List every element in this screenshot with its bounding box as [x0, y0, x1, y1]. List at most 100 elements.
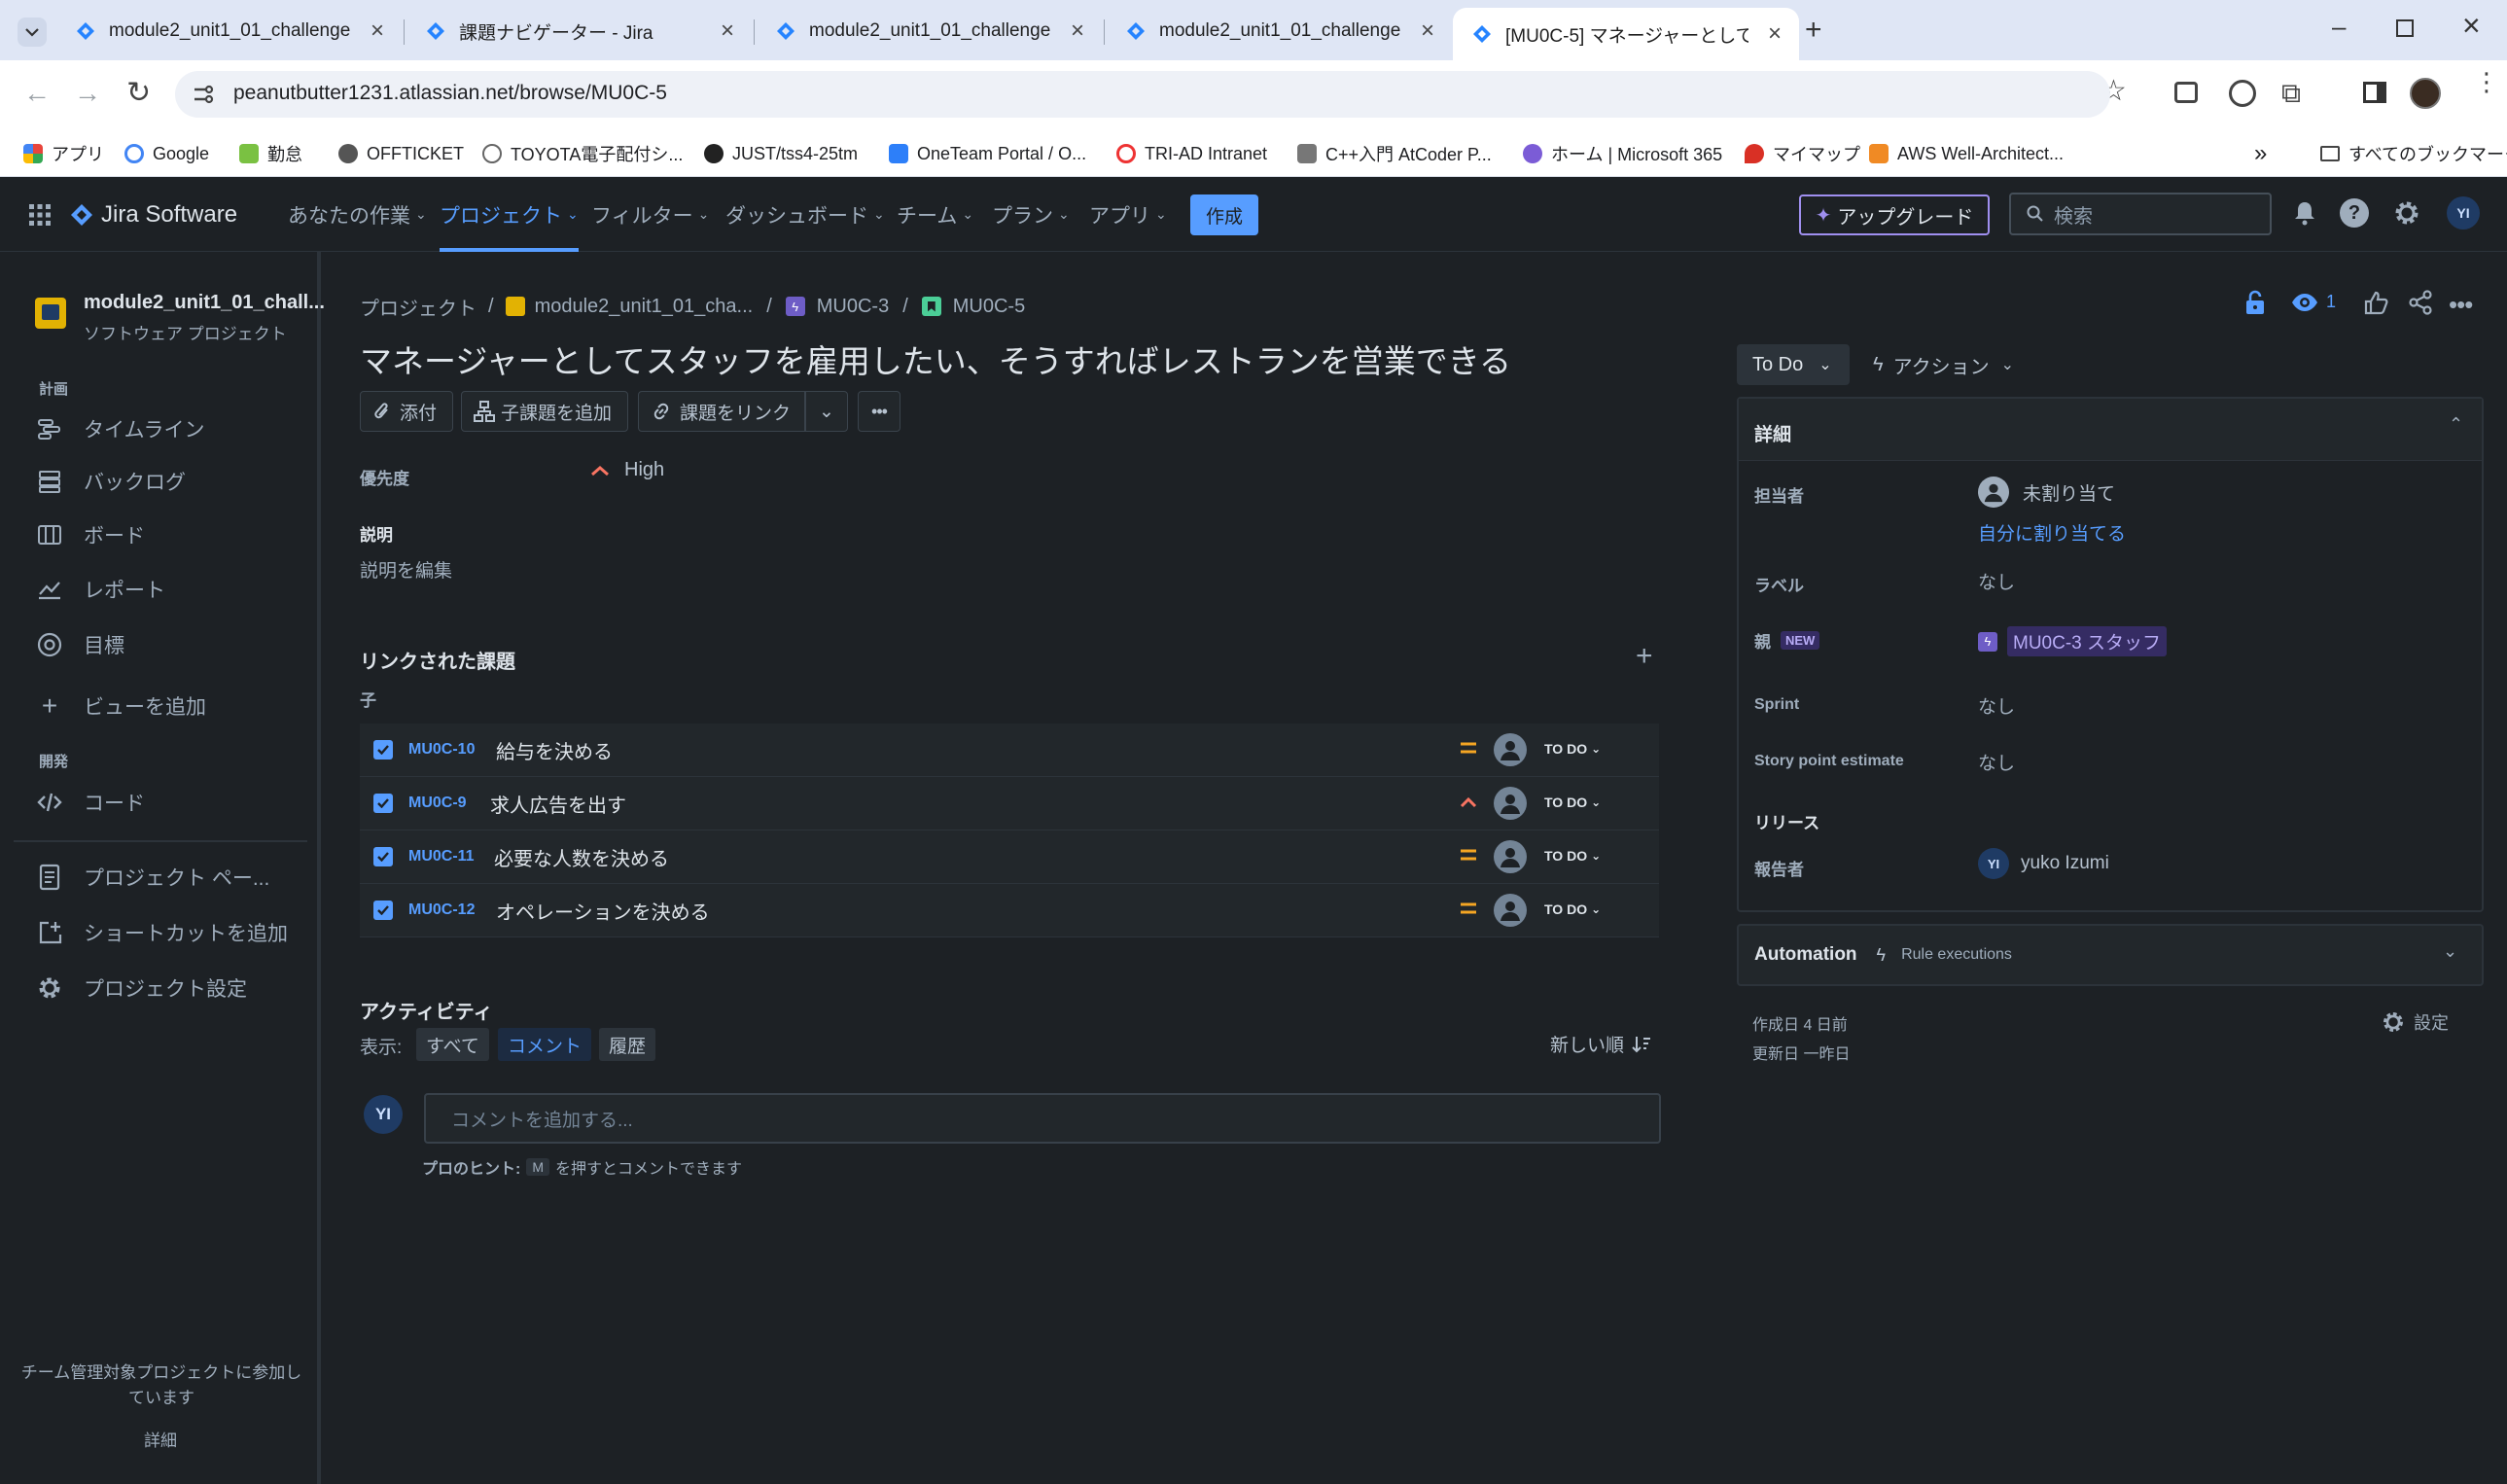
labels-value[interactable]: なし	[1978, 568, 2015, 594]
reporter-field[interactable]: YI yuko Izumi	[1978, 848, 2109, 879]
breadcrumb-epic[interactable]: MU0C-3	[817, 296, 889, 318]
sidebar-item-add-shortcut[interactable]: ショートカットを追加	[35, 913, 288, 952]
nav-dashboards[interactable]: ダッシュボード ⌄	[725, 177, 885, 252]
parent-field[interactable]: ϟ MU0C-3 スタッフ	[1978, 626, 2168, 656]
child-key[interactable]: MU0C-9	[408, 795, 480, 812]
bookmark-item[interactable]: ホーム | Microsoft 365	[1523, 130, 1722, 177]
status-dropdown[interactable]: TO DO ⌄	[1544, 795, 1601, 810]
settings-icon[interactable]	[2392, 198, 2421, 228]
assignee-field[interactable]: 未割り当て	[1978, 477, 2115, 508]
learn-more-link[interactable]: 詳細	[0, 1427, 321, 1451]
unassigned-avatar-icon[interactable]	[1494, 894, 1527, 927]
sidebar-item-backlog[interactable]: バックログ	[35, 462, 186, 501]
automation-panel[interactable]: Automation ϟ Rule executions ⌄	[1737, 924, 2484, 986]
bookmark-item[interactable]: JUST/tss4-25tm	[704, 130, 858, 177]
sidebar-item-board[interactable]: ボード	[35, 515, 145, 554]
sidebar-item-timeline[interactable]: タイムライン	[35, 409, 205, 448]
nav-teams[interactable]: チーム ⌄	[897, 177, 973, 252]
menu-kebab-icon[interactable]: ⋮	[2474, 69, 2499, 94]
nav-your-work[interactable]: あなたの作業 ⌄	[288, 177, 427, 252]
sidebar-item-reports[interactable]: レポート	[35, 570, 165, 609]
watch-button[interactable]: 1	[2291, 292, 2336, 312]
window-close-icon[interactable]: ×	[2462, 8, 2481, 44]
notifications-icon[interactable]	[2293, 200, 2316, 226]
bookmark-item[interactable]: 勤怠	[239, 130, 302, 177]
share-icon[interactable]	[2408, 290, 2433, 315]
bookmark-item[interactable]: TRI-AD Intranet	[1116, 130, 1267, 177]
tab-search-icon[interactable]	[18, 18, 47, 47]
jira-logo[interactable]: Jira Software	[70, 177, 237, 252]
close-tab-icon[interactable]: ×	[721, 18, 734, 45]
sidebar-item-project-page[interactable]: プロジェクト ペー...	[35, 858, 269, 897]
project-name[interactable]: module2_unit1_01_chall...	[84, 292, 325, 314]
forward-icon[interactable]: →	[74, 78, 101, 109]
status-dropdown[interactable]: TO DO ⌄	[1544, 901, 1601, 917]
bookmark-item[interactable]: OneTeam Portal / O...	[889, 130, 1086, 177]
browser-tab[interactable]: module2_unit1_01_challenge - ×	[1107, 10, 1452, 53]
add-child-button[interactable]: 子課題を追加	[461, 391, 628, 432]
side-panel-icon[interactable]	[2363, 82, 2386, 103]
create-button[interactable]: 作成	[1190, 194, 1258, 235]
details-header[interactable]: 詳細 ⌃	[1739, 399, 2482, 461]
status-dropdown[interactable]: TO DO ⌄	[1544, 848, 1601, 864]
child-key[interactable]: MU0C-11	[408, 848, 484, 866]
browser-tab[interactable]: 課題ナビゲーター - Jira ×	[406, 10, 752, 53]
status-button[interactable]: To Do ⌄	[1737, 344, 1850, 385]
child-summary[interactable]: オペレーションを決める	[496, 897, 710, 925]
table-row[interactable]: MU0C-12 オペレーションを決める TO DO ⌄	[360, 884, 1659, 937]
sidebar-item-project-settings[interactable]: プロジェクト設定	[35, 969, 247, 1007]
close-tab-icon[interactable]: ×	[1421, 18, 1434, 45]
bookmark-item[interactable]: C++入門 AtCoder P...	[1297, 130, 1492, 177]
reload-icon[interactable]: ↻	[126, 76, 151, 110]
new-tab-icon[interactable]: +	[1805, 14, 1822, 47]
nav-apps[interactable]: アプリ ⌄	[1089, 177, 1167, 252]
profile-avatar[interactable]	[2410, 78, 2441, 109]
actions-button[interactable]: ϟ アクション ⌄	[1873, 344, 2014, 385]
sidebar-item-goals[interactable]: 目標	[35, 625, 124, 664]
priority-field[interactable]: High	[589, 459, 664, 481]
link-issue-button[interactable]: 課題をリンク	[638, 391, 805, 432]
breadcrumb-project[interactable]: module2_unit1_01_cha...	[535, 296, 754, 318]
table-row[interactable]: MU0C-10 給与を決める TO DO ⌄	[360, 724, 1659, 777]
unassigned-avatar-icon[interactable]	[1494, 787, 1527, 820]
filter-comments[interactable]: コメント	[498, 1028, 592, 1061]
bookmark-item[interactable]: マイマップ	[1745, 130, 1860, 177]
omnibox[interactable]: peanutbutter1231.atlassian.net/browse/MU…	[175, 71, 2110, 118]
minimize-icon[interactable]: –	[2332, 12, 2346, 42]
extension-icon[interactable]	[2174, 82, 2198, 103]
puzzle-icon[interactable]: ⧉	[2281, 78, 2301, 110]
breadcrumb-projects[interactable]: プロジェクト	[360, 293, 477, 321]
comment-input[interactable]: コメントを追加する...	[424, 1093, 1661, 1144]
more-bookmarks-icon[interactable]: »	[2254, 130, 2267, 177]
table-row[interactable]: MU0C-11 必要な人数を決める TO DO ⌄	[360, 830, 1659, 884]
assign-to-me-link[interactable]: 自分に割り当てる	[1978, 519, 2126, 546]
back-icon[interactable]: ←	[23, 78, 51, 109]
filter-all[interactable]: すべて	[416, 1028, 489, 1061]
lock-icon[interactable]	[2244, 290, 2266, 315]
browser-tab[interactable]: module2_unit1_01_challenge - ×	[56, 10, 402, 53]
description-editor[interactable]: 説明を編集	[360, 556, 452, 583]
story-points-value[interactable]: なし	[1978, 749, 2015, 775]
close-tab-icon[interactable]: ×	[1071, 18, 1084, 45]
configure-button[interactable]: 設定	[2381, 1009, 2449, 1035]
child-summary[interactable]: 必要な人数を決める	[494, 843, 669, 871]
filter-history[interactable]: 履歴	[599, 1028, 656, 1061]
nav-projects[interactable]: プロジェクト ⌄	[440, 177, 579, 252]
add-linked-issue-icon[interactable]: +	[1636, 642, 1653, 671]
all-bookmarks[interactable]: すべてのブックマーク	[2320, 130, 2507, 177]
child-key[interactable]: MU0C-12	[408, 901, 486, 919]
sprint-value[interactable]: なし	[1978, 692, 2015, 719]
breadcrumb-issue[interactable]: MU0C-5	[953, 296, 1025, 318]
bookmark-item[interactable]: TOYOTA電子配付シ...	[482, 130, 683, 177]
like-icon[interactable]	[2363, 290, 2388, 315]
unassigned-avatar-icon[interactable]	[1494, 733, 1527, 766]
search-input[interactable]: 検索	[2009, 193, 2272, 235]
table-row[interactable]: MU0C-9 求人広告を出す TO DO ⌄	[360, 777, 1659, 830]
child-summary[interactable]: 求人広告を出す	[490, 790, 626, 818]
close-tab-icon[interactable]: ×	[1768, 20, 1782, 48]
browser-tab-active[interactable]: [MU0C-5] マネージャーとしてスタッフ ×	[1453, 8, 1799, 60]
status-dropdown[interactable]: TO DO ⌄	[1544, 741, 1601, 757]
attach-button[interactable]: 添付	[360, 391, 453, 432]
browser-tab[interactable]: module2_unit1_01_challenge - ×	[757, 10, 1102, 53]
help-icon[interactable]: ?	[2340, 198, 2369, 228]
